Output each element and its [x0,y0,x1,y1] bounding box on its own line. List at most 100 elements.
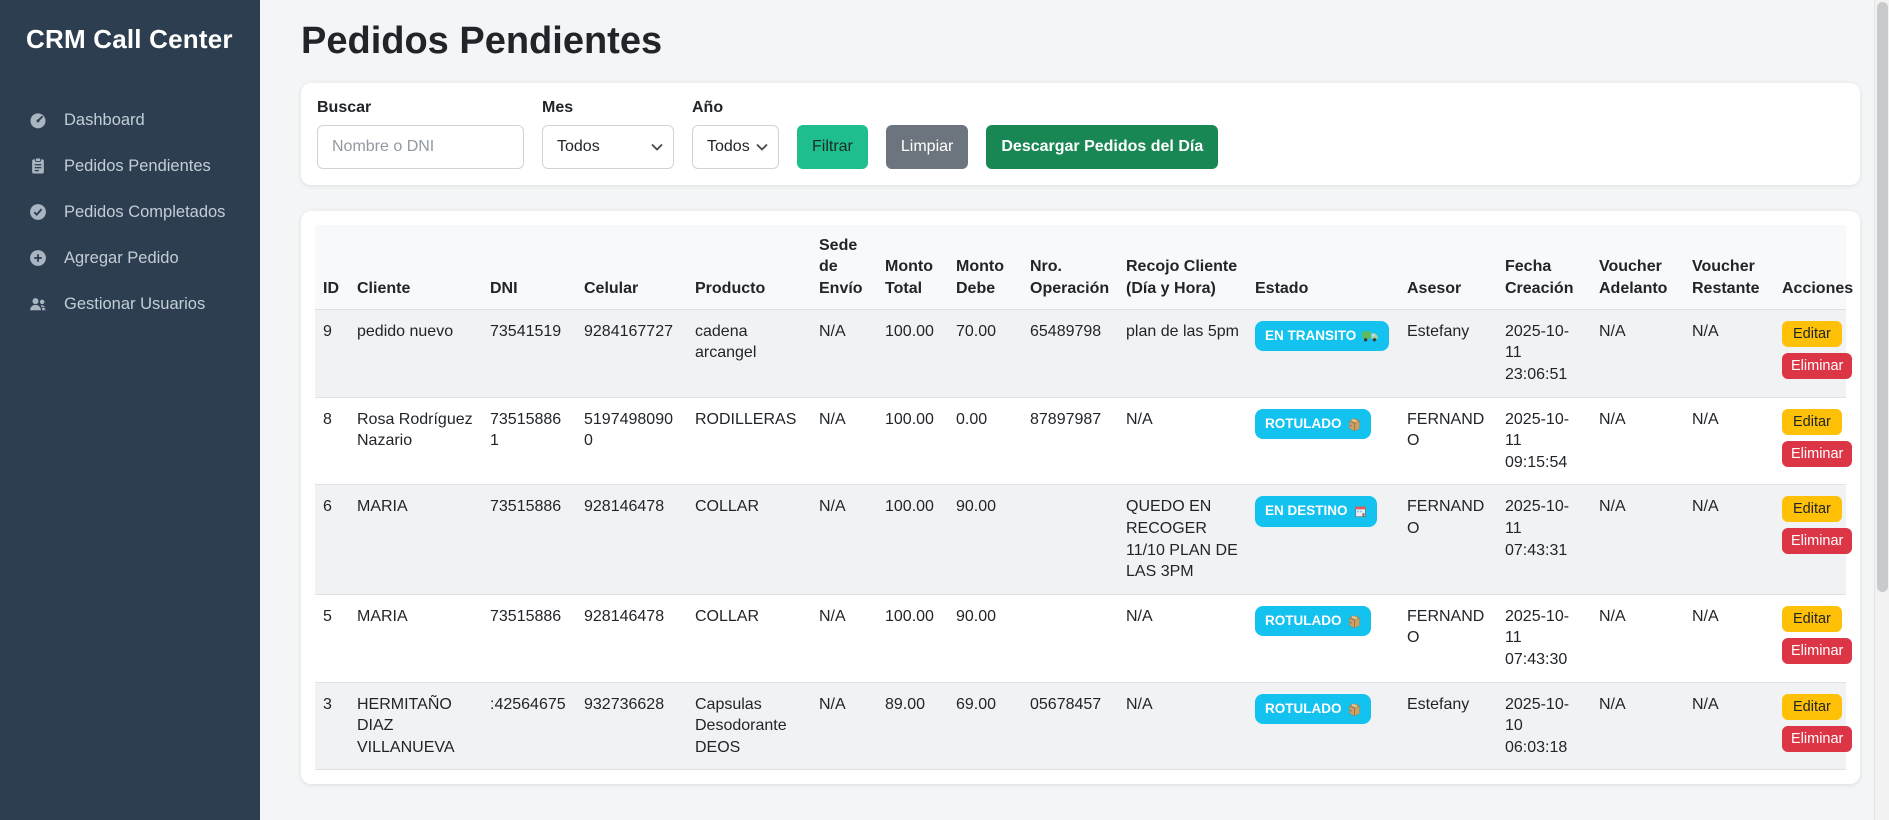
table-header-row: IDClienteDNICelularProductoSede de Envío… [315,225,1846,309]
cell-id: 3 [315,682,349,770]
sidebar-item-pedidos-pendientes[interactable]: Pedidos Pendientes [0,143,260,189]
cell-dni: :42564675 [482,682,576,770]
cell-celular: 932736628 [576,682,687,770]
year-select[interactable]: Todos [692,125,779,169]
sidebar-item-dashboard[interactable]: Dashboard [0,97,260,143]
cell-monto-total: 100.00 [877,485,948,594]
search-input[interactable] [317,125,524,169]
cell-nro-operacion: 87897987 [1022,397,1118,485]
page-scrollbar[interactable] [1874,0,1889,820]
cell-monto-debe: 90.00 [948,594,1022,682]
column-header: Monto Debe [948,225,1022,309]
cell-id: 6 [315,485,349,594]
delete-button[interactable]: Eliminar [1782,353,1852,379]
cell-estado: EN TRANSITO [1247,309,1399,397]
clear-button[interactable]: Limpiar [886,125,968,169]
cell-voucher-adelanto: N/A [1591,594,1684,682]
download-day-orders-button[interactable]: Descargar Pedidos del Día [986,125,1218,169]
cell-voucher-adelanto: N/A [1591,682,1684,770]
cell-celular: 928146478 [576,485,687,594]
sidebar-item-gestionar-usuarios[interactable]: Gestionar Usuarios [0,281,260,327]
year-select-value: Todos [707,138,750,156]
column-header: Voucher Restante [1684,225,1774,309]
cell-nro-operacion: 05678457 [1022,682,1118,770]
cell-monto-debe: 0.00 [948,397,1022,485]
table-row: 3 HERMITAÑO DIAZ VILLANUEVA :42564675 93… [315,682,1846,770]
sidebar-item-label: Agregar Pedido [64,249,179,268]
column-header: Voucher Adelanto [1591,225,1684,309]
cell-asesor: FERNANDO [1399,485,1497,594]
orders-table: IDClienteDNICelularProductoSede de Envío… [315,225,1846,770]
column-header: Fecha Creación [1497,225,1591,309]
status-badge: ROTULADO [1255,606,1371,636]
status-label: EN DESTINO [1265,502,1348,520]
sidebar-item-pedidos-completados[interactable]: Pedidos Completados [0,189,260,235]
cell-asesor: Estefany [1399,309,1497,397]
column-header: ID [315,225,349,309]
year-group: Año Todos [692,99,779,169]
app-title: CRM Call Center [0,24,260,55]
clipboard-icon [28,156,48,176]
package-icon [1348,417,1361,431]
delete-button[interactable]: Eliminar [1782,726,1852,752]
search-label: Buscar [317,99,524,117]
cell-sede-envio: N/A [811,309,877,397]
cell-acciones: Editar Eliminar [1774,485,1846,594]
status-label: ROTULADO [1265,700,1342,718]
package-icon [1348,702,1361,716]
column-header: Monto Total [877,225,948,309]
month-select-value: Todos [557,138,600,156]
month-select[interactable]: Todos [542,125,674,169]
cell-fecha-creacion: 2025-10-11 23:06:51 [1497,309,1591,397]
table-row: 5 MARIA 73515886 928146478 COLLAR N/A 10… [315,594,1846,682]
orders-table-card: IDClienteDNICelularProductoSede de Envío… [301,211,1860,784]
filter-button[interactable]: Filtrar [797,125,868,169]
cell-voucher-restante: N/A [1684,397,1774,485]
edit-button[interactable]: Editar [1782,606,1842,632]
cell-asesor: FERNANDO [1399,397,1497,485]
status-badge: ROTULADO [1255,694,1371,724]
chevron-down-icon [651,138,663,156]
status-label: ROTULADO [1265,415,1342,433]
table-row: 8 Rosa Rodríguez Nazario 735158861 51974… [315,397,1846,485]
cell-sede-envio: N/A [811,594,877,682]
month-label: Mes [542,99,674,117]
app-window: CRM Call Center Dashboard Pedidos Pendie… [0,0,1889,820]
cell-nro-operacion [1022,485,1118,594]
cell-voucher-restante: N/A [1684,485,1774,594]
cell-voucher-adelanto: N/A [1591,397,1684,485]
cell-estado: ROTULADO [1247,594,1399,682]
delete-button[interactable]: Eliminar [1782,528,1852,554]
cell-id: 5 [315,594,349,682]
cell-nro-operacion: 65489798 [1022,309,1118,397]
edit-button[interactable]: Editar [1782,694,1842,720]
cell-celular: 51974980900 [576,397,687,485]
page-title: Pedidos Pendientes [301,20,1860,63]
scrollbar-thumb[interactable] [1877,2,1888,592]
cell-monto-total: 100.00 [877,397,948,485]
package-icon [1348,614,1361,628]
cell-acciones: Editar Eliminar [1774,397,1846,485]
column-header: DNI [482,225,576,309]
cell-producto: COLLAR [687,594,811,682]
chevron-down-icon [756,138,768,156]
cell-voucher-restante: N/A [1684,682,1774,770]
cell-cliente: pedido nuevo [349,309,482,397]
cell-fecha-creacion: 2025-10-11 09:15:54 [1497,397,1591,485]
column-header: Cliente [349,225,482,309]
month-group: Mes Todos [542,99,674,169]
delete-button[interactable]: Eliminar [1782,441,1852,467]
cell-fecha-creacion: 2025-10-11 07:43:31 [1497,485,1591,594]
delete-button[interactable]: Eliminar [1782,638,1852,664]
edit-button[interactable]: Editar [1782,409,1842,435]
cell-producto: Capsulas Desodorante DEOS [687,682,811,770]
edit-button[interactable]: Editar [1782,321,1842,347]
sidebar-item-agregar-pedido[interactable]: Agregar Pedido [0,235,260,281]
cell-producto: RODILLERAS [687,397,811,485]
cell-fecha-creacion: 2025-10-10 06:03:18 [1497,682,1591,770]
truck-icon [1362,330,1379,342]
cell-sede-envio: N/A [811,682,877,770]
sidebar-item-label: Pedidos Completados [64,203,225,222]
edit-button[interactable]: Editar [1782,496,1842,522]
cell-cliente: MARIA [349,485,482,594]
